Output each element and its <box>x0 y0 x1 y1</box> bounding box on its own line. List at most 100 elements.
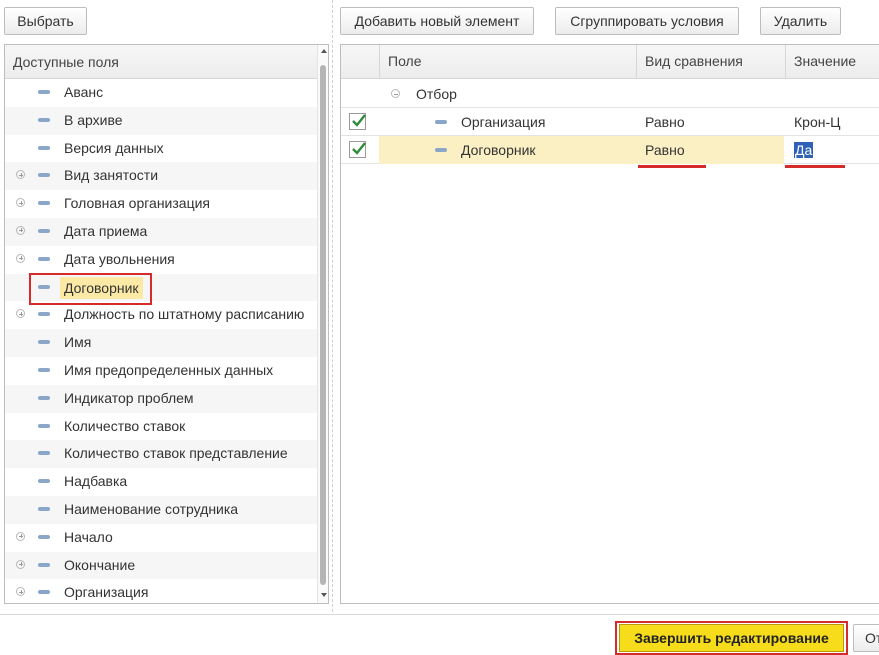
field-dash-icon <box>38 451 50 456</box>
fields-scrollbar[interactable] <box>317 45 328 603</box>
scroll-up-arrow-icon[interactable] <box>321 49 327 53</box>
expand-plus-icon[interactable] <box>16 225 25 235</box>
filter-group-row[interactable]: Отбор <box>341 80 879 108</box>
filter-table-header: Поле Вид сравнения Значение <box>341 45 879 79</box>
scroll-down-arrow-icon[interactable] <box>321 593 327 597</box>
field-item-avans[interactable]: Аванс <box>5 79 317 107</box>
field-dash-icon <box>435 120 447 124</box>
field-item-head-organization[interactable]: Головная организация <box>5 190 317 218</box>
field-label: Начало <box>64 528 113 545</box>
field-item-end[interactable]: Окончание <box>5 551 317 580</box>
field-label: В архиве <box>64 111 123 128</box>
row-value[interactable]: Крон-Ц <box>794 108 840 136</box>
field-item-allowance[interactable]: Надбавка <box>5 468 317 496</box>
field-dash-icon <box>38 367 50 372</box>
field-item-predefined-name[interactable]: Имя предопределенных данных <box>5 357 317 385</box>
delete-button[interactable]: Удалить <box>760 7 841 35</box>
field-item-position[interactable]: Должность по штатному расписанию <box>5 301 317 329</box>
row-field-name: Договорник <box>461 142 536 158</box>
expand-plus-icon[interactable] <box>16 253 25 263</box>
field-item-data-version[interactable]: Версия данных <box>5 135 317 163</box>
expand-plus-icon[interactable] <box>16 531 25 541</box>
check-icon <box>352 114 366 127</box>
field-label: Окончание <box>64 556 136 573</box>
field-dash-icon <box>38 201 50 206</box>
cancel-button[interactable]: От <box>853 624 879 652</box>
field-label: Организация <box>64 584 149 601</box>
field-item-archive[interactable]: В архиве <box>5 106 317 135</box>
field-label: Дата приема <box>64 222 148 239</box>
field-label: Количество ставок представление <box>64 445 288 462</box>
field-dash-icon <box>435 148 447 152</box>
field-dash-icon <box>38 423 50 428</box>
field-item-organization[interactable]: Организация <box>5 579 317 603</box>
column-field[interactable]: Поле <box>379 45 636 78</box>
add-element-button[interactable]: Добавить новый элемент <box>340 7 534 35</box>
field-label: Имя предопределенных данных <box>64 361 274 378</box>
finish-editing-button[interactable]: Завершить редактирование <box>619 624 844 652</box>
field-label: Вид занятости <box>64 167 159 184</box>
checkbox-checked[interactable] <box>349 113 366 130</box>
checkbox-checked[interactable] <box>349 141 366 158</box>
row-comparison[interactable]: Равно <box>645 136 685 164</box>
available-fields-panel: Доступные поля Аванс В архиве Версия дан… <box>4 44 329 604</box>
field-item-dismissal-date[interactable]: Дата увольнения <box>5 246 317 274</box>
available-fields-header: Доступные поля <box>5 45 317 79</box>
field-dash-icon <box>38 173 50 178</box>
field-dash-icon <box>38 256 50 261</box>
field-dash-icon <box>38 590 50 595</box>
field-label: Имя <box>64 334 92 351</box>
field-item-employment-type[interactable]: Вид занятости <box>5 162 317 191</box>
value-underline-marker <box>785 165 845 168</box>
field-label: Дата увольнения <box>64 250 175 267</box>
field-item-hire-date[interactable]: Дата приема <box>5 217 317 246</box>
field-label: Надбавка <box>64 473 128 490</box>
field-dash-icon <box>38 145 50 150</box>
field-label: Аванс <box>64 84 104 100</box>
field-dash-icon <box>38 117 50 122</box>
select-button[interactable]: Выбрать <box>4 7 87 35</box>
filter-row-organization[interactable]: Организация Равно Крон-Ц <box>341 108 879 136</box>
contractor-highlight-frame <box>29 273 152 305</box>
expand-plus-icon[interactable] <box>16 198 25 208</box>
field-label: Версия данных <box>64 139 164 156</box>
available-fields-list: Аванс В архиве Версия данных Вид занятос… <box>5 79 317 603</box>
field-item-rate-count[interactable]: Количество ставок <box>5 413 317 441</box>
filter-table-panel: Поле Вид сравнения Значение Отбор Органи… <box>340 44 879 604</box>
field-dash-icon <box>38 479 50 484</box>
field-label: Наименование сотрудника <box>64 500 239 517</box>
scroll-thumb[interactable] <box>320 65 326 585</box>
row-value-selected[interactable]: Да <box>794 142 814 158</box>
field-dash-icon <box>38 90 50 94</box>
field-item-rate-count-repr[interactable]: Количество ставок представление <box>5 440 317 469</box>
field-dash-icon <box>38 506 50 511</box>
column-comparison[interactable]: Вид сравнения <box>636 45 785 78</box>
field-item-name[interactable]: Имя <box>5 329 317 357</box>
expand-plus-icon[interactable] <box>16 170 25 180</box>
field-item-problem-indicator[interactable]: Индикатор проблем <box>5 384 317 413</box>
column-value[interactable]: Значение <box>785 45 879 78</box>
panel-divider <box>332 0 333 612</box>
field-dash-icon <box>38 340 50 345</box>
footer-divider <box>0 614 879 615</box>
field-dash-icon <box>38 228 50 233</box>
field-dash-icon <box>38 395 50 400</box>
field-dash-icon <box>38 312 50 317</box>
collapse-minus-icon[interactable] <box>391 89 400 98</box>
field-item-start[interactable]: Начало <box>5 524 317 552</box>
field-label: Индикатор проблем <box>64 389 194 406</box>
group-label: Отбор <box>416 86 457 102</box>
expand-plus-icon[interactable] <box>16 309 25 319</box>
group-conditions-button[interactable]: Сгруппировать условия <box>555 7 739 35</box>
check-icon <box>352 142 366 155</box>
comparison-underline-marker <box>638 165 706 168</box>
row-field-name: Организация <box>461 114 546 130</box>
filter-row-contractor[interactable]: Договорник Равно Да <box>341 136 879 164</box>
row-comparison[interactable]: Равно <box>645 108 685 136</box>
expand-plus-icon[interactable] <box>16 559 25 569</box>
expand-plus-icon[interactable] <box>16 587 25 597</box>
field-label: Головная организация <box>64 195 210 212</box>
field-label: Должность по штатному расписанию <box>64 306 305 323</box>
field-item-employee-name[interactable]: Наименование сотрудника <box>5 495 317 524</box>
field-label: Количество ставок <box>64 417 186 434</box>
